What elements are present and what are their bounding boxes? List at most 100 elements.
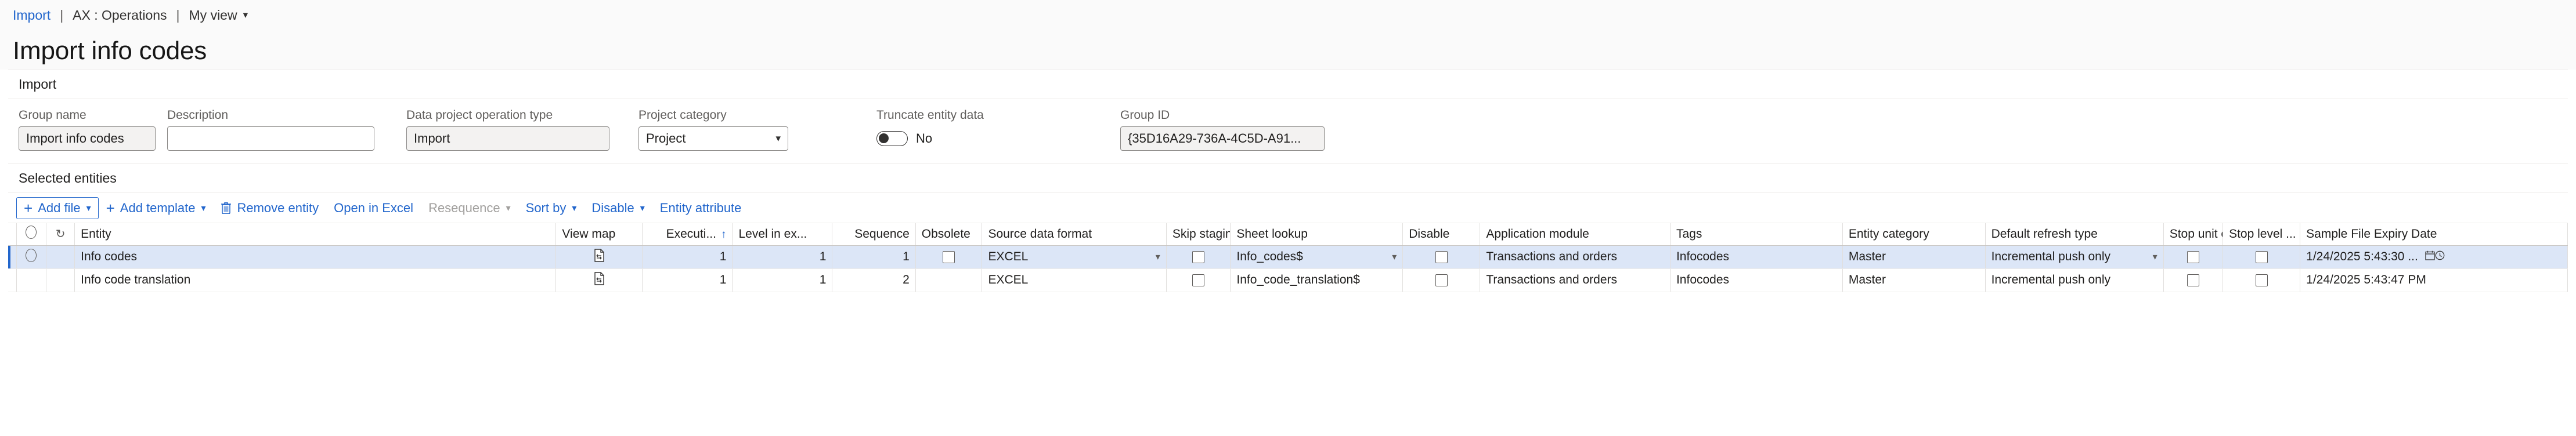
cell-expiry[interactable]: 1/24/2025 5:43:47 PM: [2300, 268, 2568, 292]
cell-skip-staging[interactable]: [1166, 268, 1231, 292]
cell-entity-category: Master: [1842, 268, 1986, 292]
disable-checkbox[interactable]: [1435, 274, 1448, 286]
grid-header-row: ↻ Entity View map Executi... ↑ Level in e…: [8, 223, 2568, 246]
cell-disable[interactable]: [1402, 268, 1481, 292]
group-id-input[interactable]: {35D16A29-736A-4C5D-A91...: [1120, 126, 1325, 151]
stop-level-checkbox[interactable]: [2255, 274, 2268, 286]
cell-refresh-type[interactable]: Incremental push only: [1985, 268, 2164, 292]
chevron-down-icon[interactable]: ▾: [1156, 251, 1160, 263]
import-section-title[interactable]: Import: [8, 70, 2568, 99]
breadcrumb-link-import[interactable]: Import: [13, 8, 50, 23]
source-format-value: EXCEL: [988, 273, 1029, 286]
row-select-cell[interactable]: [16, 268, 47, 292]
header-sequence[interactable]: Sequence: [832, 223, 916, 246]
table-row[interactable]: Info codes 1 1 1 EXCEL ▾ Info_codes$ ▾ Transacti…: [8, 245, 2568, 269]
operation-type-input[interactable]: Import: [406, 126, 609, 151]
cell-sheet-lookup[interactable]: Info_code_translation$: [1230, 268, 1404, 292]
header-level[interactable]: Level in ex...: [732, 223, 833, 246]
header-entity-category[interactable]: Entity category: [1842, 223, 1986, 246]
skip-staging-checkbox[interactable]: [1192, 250, 1205, 263]
cell-refresh-type[interactable]: Incremental push only ▾: [1985, 245, 2164, 269]
sheet-lookup-value-select[interactable]: Info_codes$ ▾: [1236, 250, 1397, 264]
row-refresh-cell[interactable]: [46, 245, 75, 269]
document-icon[interactable]: [594, 271, 605, 289]
cell-source-format[interactable]: EXCEL: [982, 268, 1167, 292]
cell-view-map[interactable]: [555, 268, 643, 292]
header-source-format[interactable]: Source data format: [982, 223, 1167, 246]
truncate-toggle[interactable]: [876, 131, 908, 146]
description-input[interactable]: [167, 126, 374, 151]
header-disable[interactable]: Disable: [1402, 223, 1481, 246]
toolbar-button-add-template[interactable]: + Add template ▾: [99, 197, 214, 219]
toolbar-button-remove-entity[interactable]: Remove entity: [213, 197, 326, 219]
cell-source-format[interactable]: EXCEL ▾: [982, 245, 1167, 269]
select-all-circle-icon[interactable]: [26, 226, 37, 239]
row-refresh-cell[interactable]: [46, 268, 75, 292]
stop-unit-checkbox[interactable]: [2187, 250, 2199, 263]
header-app-module[interactable]: Application module: [1480, 223, 1671, 246]
toolbar-button-entity-attribute[interactable]: Entity attribute: [652, 197, 749, 219]
chevron-down-icon[interactable]: ▾: [243, 9, 248, 21]
group-name-label: Group name: [19, 108, 86, 122]
header-view-map[interactable]: View map: [555, 223, 643, 246]
header-tags[interactable]: Tags: [1670, 223, 1843, 246]
entities-grid-wrap[interactable]: ↻ Entity View map Executi... ↑ Level in e…: [8, 223, 2568, 292]
header-expiry[interactable]: Sample File Expiry Date: [2300, 223, 2568, 246]
obsolete-checkbox[interactable]: [943, 250, 955, 263]
cell-sheet-lookup[interactable]: Info_codes$ ▾: [1230, 245, 1404, 269]
row-select-circle-icon[interactable]: [26, 248, 37, 262]
header-sheet-lookup[interactable]: Sheet lookup: [1230, 223, 1404, 246]
source-format-value-select[interactable]: EXCEL ▾: [988, 250, 1160, 264]
toolbar-button-label: Resequence: [428, 200, 500, 215]
chevron-down-icon[interactable]: ▾: [775, 133, 781, 144]
chevron-down-icon[interactable]: ▾: [1392, 251, 1397, 263]
toolbar-button-label: Add template: [120, 200, 196, 215]
toolbar-button-sort-by[interactable]: Sort by ▾: [518, 197, 585, 219]
selected-entities-title[interactable]: Selected entities: [8, 164, 2568, 193]
stop-unit-checkbox[interactable]: [2187, 274, 2199, 286]
stop-level-checkbox[interactable]: [2255, 250, 2268, 263]
cell-obsolete[interactable]: [915, 268, 983, 292]
toolbar-button-disable[interactable]: Disable ▾: [584, 197, 652, 219]
clock-icon[interactable]: [2435, 250, 2445, 263]
project-category-value: Project: [646, 131, 686, 146]
breadcrumb-view[interactable]: My view: [189, 8, 237, 23]
header-select-all[interactable]: [16, 223, 47, 246]
refresh-type-value-select[interactable]: Incremental push only ▾: [1991, 250, 2158, 264]
cell-expiry[interactable]: 1/24/2025 5:43:30 ...: [2300, 245, 2568, 269]
cell-entity[interactable]: Info codes: [74, 245, 557, 269]
disable-checkbox[interactable]: [1435, 250, 1448, 263]
cell-stop-level[interactable]: [2223, 268, 2301, 292]
toolbar-button-add-file[interactable]: + Add file ▾: [16, 197, 99, 219]
calendar-icon[interactable]: [2425, 250, 2435, 263]
cell-view-map[interactable]: [555, 245, 643, 269]
cell-entity[interactable]: Info code translation: [74, 268, 557, 292]
header-entity[interactable]: Entity: [74, 223, 557, 246]
header-obsolete[interactable]: Obsolete: [915, 223, 983, 246]
refresh-type-value: Incremental push only: [1991, 273, 2111, 286]
chevron-down-icon: ▾: [201, 203, 206, 213]
header-skip-staging[interactable]: Skip staging: [1166, 223, 1231, 246]
cell-stop-unit[interactable]: [2163, 268, 2224, 292]
header-refresh-type[interactable]: Default refresh type: [1985, 223, 2164, 246]
cell-skip-staging[interactable]: [1166, 245, 1231, 269]
skip-staging-checkbox[interactable]: [1192, 274, 1205, 286]
row-select-cell[interactable]: [16, 245, 47, 269]
header-refresh[interactable]: ↻: [46, 223, 75, 246]
cell-stop-level[interactable]: [2223, 245, 2301, 269]
header-stop-level[interactable]: Stop level ...: [2223, 223, 2301, 246]
toolbar-button-open-in-excel[interactable]: Open in Excel: [326, 197, 421, 219]
project-category-select[interactable]: Project ▾: [638, 126, 788, 151]
header-execution[interactable]: Executi... ↑: [642, 223, 733, 246]
group-name-input[interactable]: Import info codes: [19, 126, 156, 151]
page-title: Import info codes: [0, 30, 2576, 70]
cell-stop-unit[interactable]: [2163, 245, 2224, 269]
table-row[interactable]: Info code translation 1 1 2 EXCEL Info_code_t…: [8, 268, 2568, 292]
chevron-down-icon: ▾: [640, 203, 645, 213]
cell-obsolete[interactable]: [915, 245, 983, 269]
chevron-down-icon[interactable]: ▾: [2153, 251, 2158, 263]
cell-disable[interactable]: [1402, 245, 1481, 269]
document-icon[interactable]: [594, 248, 605, 266]
header-stop-unit[interactable]: Stop unit e...: [2163, 223, 2224, 246]
refresh-icon[interactable]: ↻: [56, 228, 66, 241]
